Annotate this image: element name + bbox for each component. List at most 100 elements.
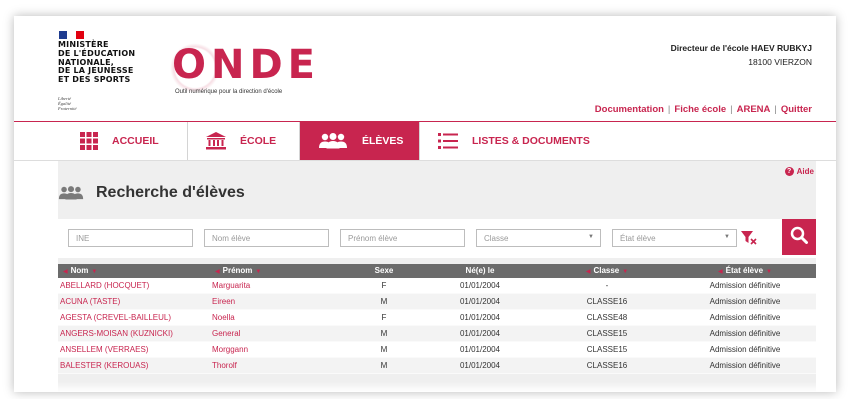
cell-ne-le: 01/01/2004 [459, 361, 501, 370]
students-icon [58, 186, 84, 200]
cell-etat: Admission définitive [709, 361, 781, 370]
cell-sexe: M [380, 345, 388, 354]
separator: | [667, 104, 671, 115]
search-button[interactable] [782, 219, 816, 255]
chevron-down-icon: ▼ [724, 234, 730, 240]
cell-prenom[interactable]: General [210, 329, 348, 338]
top-links: Documentation | Fiche école | ARENA | Quitter [595, 104, 812, 115]
sort-icon: ▼ [91, 269, 98, 275]
french-flag-icon [59, 31, 84, 39]
cell-etat: Admission définitive [709, 345, 781, 354]
cell-classe: CLASSE15 [586, 329, 628, 338]
fiche-ecole-link[interactable]: Fiche école [674, 104, 726, 115]
cell-classe: CLASSE15 [586, 345, 628, 354]
header-label: Prénom [222, 266, 253, 275]
tab-accueil[interactable]: ACCUEIL [14, 122, 188, 160]
cell-prenom[interactable]: Thorolf [210, 361, 348, 370]
table-row[interactable]: AGESTA (CREVEL-BAILLEUL) Noella F 01/01/… [58, 310, 816, 326]
help-label: Aide [796, 167, 814, 176]
cell-prenom[interactable]: Morggann [210, 345, 348, 354]
tab-eleves[interactable]: ÉLÈVES [300, 122, 420, 160]
table-row[interactable]: BALESTER (KEROUAS) Thorolf M 01/01/2004 … [58, 358, 816, 374]
ine-placeholder: INE [76, 234, 90, 243]
cell-nom[interactable]: ACUNA (TASTE) [58, 297, 210, 306]
classe-select[interactable]: Classe ▼ [476, 229, 601, 247]
header-label: État élève [725, 266, 764, 275]
tab-label: ÉLÈVES [362, 135, 404, 147]
cell-nom[interactable]: ANSELLEM (VERRAES) [58, 345, 210, 354]
cell-ne-le: 01/01/2004 [459, 313, 501, 322]
column-header-sexe[interactable]: Sexe [348, 264, 420, 278]
separator: | [774, 104, 777, 115]
sort-icon: ▼ [622, 269, 629, 275]
tab-ecole[interactable]: ÉCOLE [188, 122, 300, 160]
column-header-ne-le[interactable]: Né(e) le [420, 264, 540, 278]
motto-line: Fraternité [58, 106, 77, 111]
header-label: Nom [70, 266, 89, 275]
cell-nom[interactable]: ANGERS-MOISAN (KUZNICKI) [58, 329, 210, 338]
main-nav: ACCUEIL ÉCOLE ÉLÈVES LISTES & DOCUMENTS [14, 121, 836, 161]
sort-icon: ▼ [766, 269, 772, 275]
etat-eleve-select[interactable]: État élève ▼ [612, 229, 737, 247]
cell-ne-le: 01/01/2004 [459, 281, 501, 290]
table-header: ◀ Nom ▼ ◀ Prénom ▼ Sexe Né(e) le ◀ Classe ▼ ◀ É… [58, 264, 816, 278]
table-row[interactable]: ANSELLEM (VERRAES) Morggann M 01/01/2004… [58, 342, 816, 358]
main-content: ? Aide Recherche d'élèves INE Nom élève … [58, 161, 816, 392]
clear-filter-icon[interactable] [741, 231, 757, 250]
page-title: Recherche d'élèves [96, 184, 245, 201]
help-link[interactable]: ? Aide [784, 167, 814, 176]
cell-prenom[interactable]: Noella [210, 313, 348, 322]
students-icon [318, 133, 348, 149]
onde-logo[interactable]: ONDE [172, 45, 320, 85]
search-bar: INE Nom élève Prénom élève Classe ▼ État… [58, 219, 816, 258]
documentation-link[interactable]: Documentation [595, 104, 664, 115]
sort-icon: ▼ [255, 269, 262, 275]
header-label: Classe [593, 266, 620, 275]
logo-subtitle: Outil numérique pour la direction d'écol… [175, 89, 283, 95]
page-title-block: Recherche d'élèves [58, 184, 245, 202]
cell-sexe: M [380, 329, 388, 338]
cell-nom[interactable]: ABELLARD (HOCQUET) [58, 281, 210, 290]
school-building-icon [206, 132, 226, 150]
table-body: ABELLARD (HOCQUET) Marguarita F 01/01/20… [58, 278, 816, 374]
cell-nom[interactable]: BALESTER (KEROUAS) [58, 361, 210, 370]
grid-icon [80, 132, 98, 150]
column-header-nom[interactable]: ◀ Nom ▼ [58, 264, 210, 278]
cell-sexe: F [381, 281, 387, 290]
cell-prenom[interactable]: Marguarita [210, 281, 348, 290]
prenom-eleve-field[interactable]: Prénom élève [340, 229, 465, 247]
tab-label: ÉCOLE [240, 135, 277, 147]
tab-label: ACCUEIL [112, 135, 159, 147]
app-window: MINISTÈRE DE L'ÉDUCATION NATIONALE, DE L… [14, 16, 836, 392]
tab-listes-documents[interactable]: LISTES & DOCUMENTS [420, 122, 608, 160]
cell-nom[interactable]: AGESTA (CREVEL-BAILLEUL) [58, 313, 210, 322]
column-header-prenom[interactable]: ◀ Prénom ▼ [210, 264, 348, 278]
header: MINISTÈRE DE L'ÉDUCATION NATIONALE, DE L… [14, 16, 836, 121]
ministry-logo: MINISTÈRE DE L'ÉDUCATION NATIONALE, DE L… [58, 40, 135, 85]
cell-etat: Admission définitive [709, 281, 781, 290]
column-header-etat[interactable]: ◀ État élève ▼ [674, 264, 816, 278]
students-table: ◀ Nom ▼ ◀ Prénom ▼ Sexe Né(e) le ◀ Classe ▼ ◀ É… [58, 264, 816, 374]
cell-ne-le: 01/01/2004 [459, 329, 501, 338]
cell-classe: CLASSE16 [586, 361, 628, 370]
table-row[interactable]: ACUNA (TASTE) Eireen M 01/01/2004 CLASSE… [58, 294, 816, 310]
table-row[interactable]: ABELLARD (HOCQUET) Marguarita F 01/01/20… [58, 278, 816, 294]
ine-field[interactable]: INE [68, 229, 193, 247]
cell-sexe: F [381, 313, 387, 322]
cell-ne-le: 01/01/2004 [459, 297, 501, 306]
cell-sexe: M [380, 297, 388, 306]
search-icon [790, 226, 808, 249]
nom-eleve-field[interactable]: Nom élève [204, 229, 329, 247]
quitter-link[interactable]: Quitter [781, 104, 812, 115]
prenom-placeholder: Prénom élève [348, 234, 398, 243]
tab-label: LISTES & DOCUMENTS [472, 135, 590, 147]
cell-prenom[interactable]: Eireen [210, 297, 348, 306]
cell-etat: Admission définitive [709, 313, 781, 322]
arena-link[interactable]: ARENA [737, 104, 771, 115]
help-icon: ? [784, 167, 794, 176]
table-row[interactable]: ANGERS-MOISAN (KUZNICKI) General M 01/01… [58, 326, 816, 342]
user-title: Directeur de l'école HAEV RUBKYJ [670, 43, 812, 53]
column-header-classe[interactable]: ◀ Classe ▼ [540, 264, 674, 278]
sort-icon: ◀ [63, 269, 68, 275]
cell-etat: Admission définitive [709, 297, 781, 306]
